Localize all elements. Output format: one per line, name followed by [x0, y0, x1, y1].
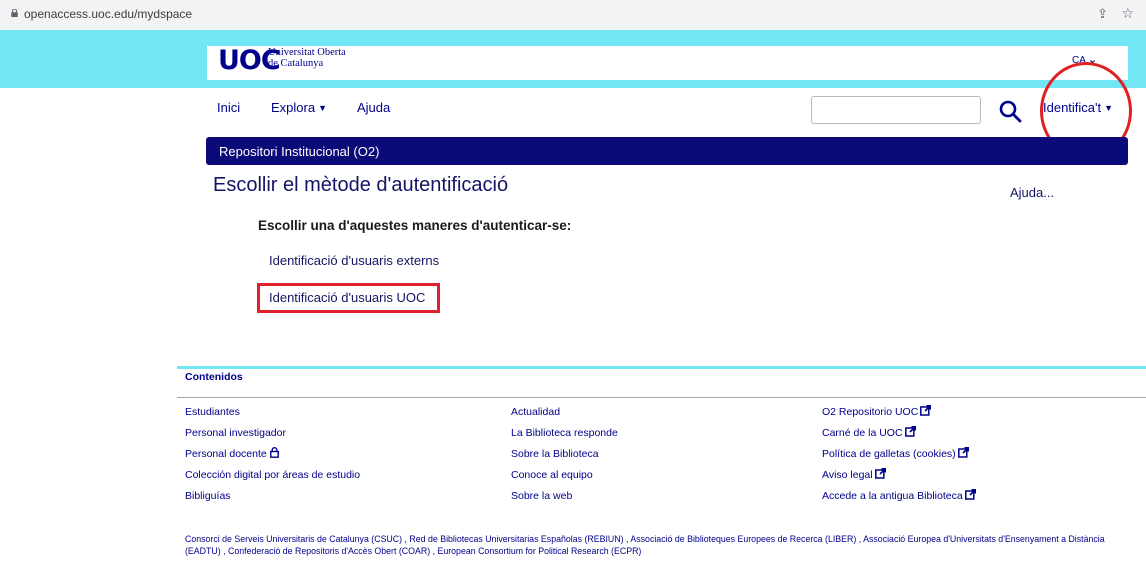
footer-link[interactable]: Colección digital por áreas de estudio [185, 468, 360, 489]
lock-icon [11, 9, 18, 17]
footer-external-link[interactable]: Carné de la UOC [822, 426, 976, 447]
external-link-icon [964, 489, 976, 500]
footer-link-label: Personal docente [185, 448, 267, 460]
external-link-icon [874, 468, 886, 479]
footer-divider [177, 397, 1146, 398]
footer-link-label: Política de galletas (cookies) [822, 448, 956, 460]
nav-explora-label: Explora [271, 100, 316, 115]
share-icon[interactable]: ⇪ [1097, 6, 1108, 22]
footer-link-label: Aviso legal [822, 469, 873, 481]
logo-line-2: de Catalunya [268, 58, 324, 69]
footer-column-2: Actualidad La Biblioteca responde Sobre … [511, 405, 618, 510]
uoc-users-login-link[interactable]: Identificació d'usuaris UOC [269, 290, 425, 305]
external-link-icon [920, 405, 932, 416]
footer-link[interactable]: La Biblioteca responde [511, 426, 618, 447]
footer-link[interactable]: Conoce al equipo [511, 468, 618, 489]
footer-link[interactable]: Personal investigador [185, 426, 360, 447]
page-title: Escollir el mètode d'autentificació [213, 174, 509, 196]
nav-explora[interactable]: Explora ▼ [271, 100, 327, 115]
breadcrumb: Repositori Institucional (O2) [206, 137, 1128, 165]
footer-link[interactable]: Estudiantes [185, 405, 360, 426]
external-link-icon [904, 426, 916, 437]
footer-link[interactable]: Actualidad [511, 405, 618, 426]
footer-top-border [177, 366, 1146, 369]
external-users-login-link[interactable]: Identificació d'usuaris externs [269, 253, 439, 268]
caret-down-icon: ▼ [318, 103, 327, 113]
footer-column-3: O2 Repositorio UOC Carné de la UOC Polít… [822, 405, 976, 510]
help-link[interactable]: Ajuda... [1010, 185, 1054, 200]
nav-inici[interactable]: Inici [217, 100, 240, 115]
footer-link-with-lock[interactable]: Personal docente [185, 447, 360, 468]
footer-link-label: O2 Repositorio UOC [822, 406, 919, 418]
site-header: UOC Universitat Oberta de Catalunya CA ⌄ [0, 30, 1146, 88]
browser-address-bar: openaccess.uoc.edu/mydspace ⇪ ☆ [0, 0, 1146, 30]
search-icon[interactable] [998, 99, 1022, 123]
nav-ajuda[interactable]: Ajuda [357, 100, 390, 115]
footer-link-label: Accede a la antigua Biblioteca [822, 490, 963, 502]
footer-link-label: Carné de la UOC [822, 427, 903, 439]
footer-column-1: Estudiantes Personal investigador Person… [185, 405, 360, 510]
consortia-links[interactable]: Consorci de Serveis Universitaris de Cat… [185, 533, 1135, 557]
footer-heading: Contenidos [185, 371, 243, 383]
bookmark-star-icon[interactable]: ☆ [1121, 5, 1134, 22]
url-text[interactable]: openaccess.uoc.edu/mydspace [24, 7, 192, 21]
footer-link[interactable]: Sobre la web [511, 489, 618, 510]
external-link-icon [957, 447, 969, 458]
footer-external-link[interactable]: Aviso legal [822, 468, 976, 489]
breadcrumb-repository[interactable]: Repositori Institucional (O2) [219, 144, 379, 159]
footer-link[interactable]: Bibliguías [185, 489, 360, 510]
footer-link[interactable]: Sobre la Biblioteca [511, 447, 618, 468]
search-input[interactable] [811, 96, 981, 124]
instruction-heading: Escollir una d'aquestes maneres d'autent… [258, 218, 572, 233]
uoc-logo-text[interactable]: Universitat Oberta de Catalunya [268, 47, 346, 69]
footer-external-link[interactable]: O2 Repositorio UOC [822, 405, 976, 426]
footer-external-link[interactable]: Accede a la antigua Biblioteca [822, 489, 976, 510]
padlock-icon [269, 447, 279, 458]
logo-line-1: Universitat Oberta [268, 47, 346, 58]
footer-external-link[interactable]: Política de galletas (cookies) [822, 447, 976, 468]
